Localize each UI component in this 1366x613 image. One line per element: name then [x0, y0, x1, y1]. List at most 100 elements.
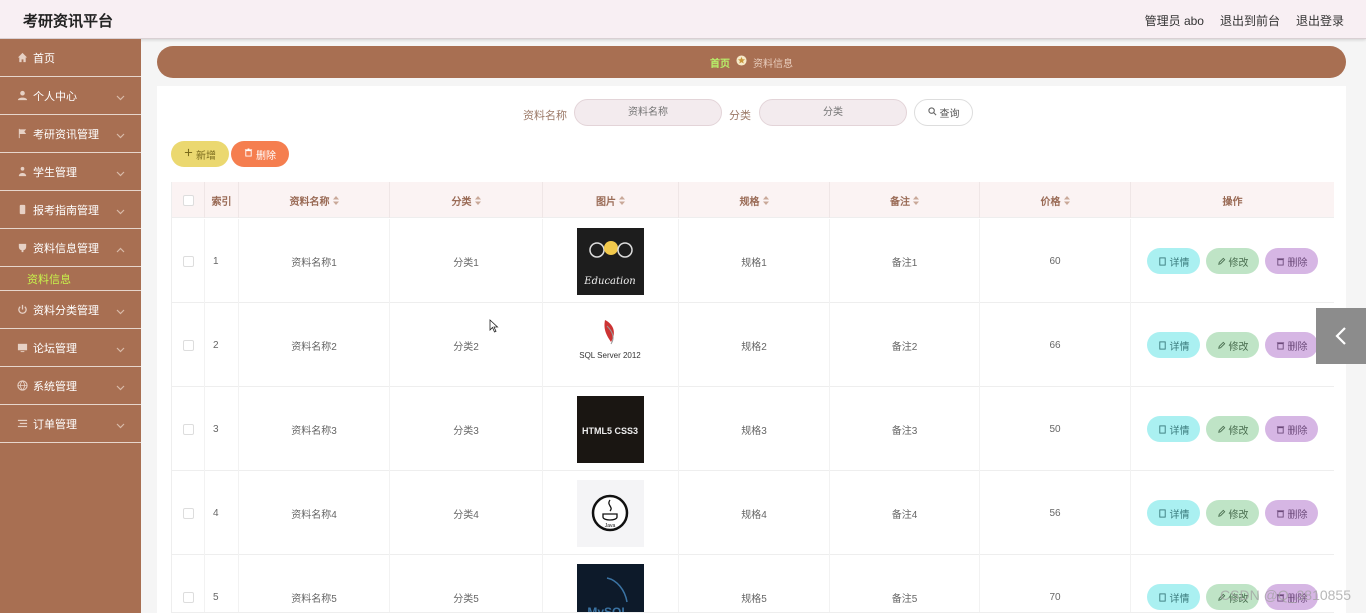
delete-row-button[interactable]: 删除: [1265, 500, 1318, 526]
name-search-input[interactable]: [574, 99, 722, 126]
sidebar-item-label: 学生管理: [33, 166, 77, 179]
sidebar-item-students[interactable]: 学生管理: [0, 153, 141, 191]
pencil-icon: [1217, 509, 1225, 517]
query-button[interactable]: 查询: [914, 99, 973, 126]
col-price[interactable]: 价格: [980, 182, 1131, 218]
cell-image[interactable]: Education: [543, 219, 679, 303]
home-icon: [16, 52, 28, 64]
detail-button[interactable]: 详情: [1147, 416, 1200, 442]
row-checkbox[interactable]: [182, 339, 194, 351]
doc-icon: [1158, 424, 1166, 434]
delete-row-button[interactable]: 删除: [1265, 248, 1318, 274]
cell-note: 备注3: [830, 387, 980, 471]
col-name[interactable]: 资料名称: [239, 182, 390, 218]
cell-actions: 详情 修改 删除: [1131, 555, 1334, 612]
detail-button[interactable]: 详情: [1147, 500, 1200, 526]
cell-name: 资料名称4: [239, 471, 390, 555]
mouse-cursor-icon: [489, 319, 499, 333]
sort-icon: [332, 195, 339, 205]
materials-table: 索引 资料名称 分类 图片 规格 备注 价格 操作 1 资料名称1 分类1 Ed…: [171, 182, 1334, 613]
sidebar-subitem-material-info[interactable]: 资料信息: [0, 267, 141, 291]
col-note[interactable]: 备注: [830, 182, 980, 218]
cell-category: 分类1: [390, 219, 543, 303]
cell-name: 资料名称5: [239, 555, 390, 612]
sidebar-item-news[interactable]: 考研资讯管理: [0, 115, 141, 153]
sidebar-item-guide[interactable]: 报考指南管理: [0, 191, 141, 229]
row-checkbox[interactable]: [182, 507, 194, 519]
select-all-checkbox[interactable]: [182, 194, 194, 206]
name-filter-label: 资料名称: [523, 110, 567, 122]
bulk-delete-button[interactable]: 删除: [231, 141, 289, 167]
edit-button[interactable]: 修改: [1206, 500, 1259, 526]
category-search-input[interactable]: [759, 99, 907, 126]
list-icon: [16, 418, 28, 430]
to-front-link[interactable]: 退出到前台: [1220, 12, 1280, 29]
cell-index: 3: [205, 387, 239, 471]
sort-icon: [913, 195, 919, 205]
row-checkbox[interactable]: [182, 255, 194, 267]
sidebar-item-home[interactable]: 首页: [0, 39, 141, 77]
chevron-left-icon: [1335, 327, 1346, 345]
edit-button[interactable]: 修改: [1206, 332, 1259, 358]
delete-row-button[interactable]: 删除: [1265, 416, 1318, 442]
cell-index: 5: [205, 555, 239, 612]
chevron-down-icon: [116, 344, 125, 353]
doc-icon: [1158, 508, 1166, 518]
cell-image[interactable]: Java: [543, 471, 679, 555]
cell-spec: 规格4: [679, 471, 830, 555]
sidebar-item-orders[interactable]: 订单管理: [0, 405, 141, 443]
sidebar-item-materials[interactable]: 资料信息管理: [0, 229, 141, 267]
sidebar-item-label: 报考指南管理: [33, 204, 99, 217]
html5-css3-thumbnail: HTML5 CSS3: [577, 395, 644, 463]
sidebar-item-system[interactable]: 系统管理: [0, 367, 141, 405]
logout-link[interactable]: 退出登录: [1296, 12, 1344, 29]
table-row: 5 资料名称5 分类5 MySQL 规格5 备注5 70 详情 修改 删除: [172, 555, 1334, 613]
add-button[interactable]: 新增: [171, 141, 229, 167]
row-checkbox[interactable]: [182, 423, 194, 435]
watermark-text: CSDN @Q_3810855: [1220, 587, 1351, 603]
cell-spec: 规格2: [679, 303, 830, 387]
chevron-down-icon: [116, 92, 125, 101]
sidebar-item-categories[interactable]: 资料分类管理: [0, 291, 141, 329]
cell-actions: 详情 修改 删除: [1131, 471, 1334, 555]
col-spec[interactable]: 规格: [679, 182, 830, 218]
detail-button[interactable]: 详情: [1147, 584, 1200, 610]
detail-button[interactable]: 详情: [1147, 248, 1200, 274]
edit-button[interactable]: 修改: [1206, 416, 1259, 442]
svg-text:MySQL: MySQL: [587, 605, 628, 613]
detail-button[interactable]: 详情: [1147, 332, 1200, 358]
cell-image[interactable]: MySQL: [543, 555, 679, 613]
sidebar-item-label: 系统管理: [33, 380, 77, 393]
globe-icon: [16, 380, 28, 392]
cell-index: 1: [205, 219, 239, 303]
sidebar-item-profile[interactable]: 个人中心: [0, 77, 141, 115]
collapse-side-tab[interactable]: [1316, 308, 1366, 364]
chevron-up-icon: [116, 244, 125, 253]
cell-image[interactable]: SQL Server 2012: [543, 303, 679, 387]
sidebar-item-forum[interactable]: 论坛管理: [0, 329, 141, 367]
brand-title: 考研资讯平台: [23, 13, 114, 30]
delete-button-label: 删除: [256, 150, 276, 162]
cell-image[interactable]: HTML5 CSS3: [543, 387, 679, 471]
col-image[interactable]: 图片: [543, 182, 679, 218]
doc-icon: [1158, 256, 1166, 266]
breadcrumb-home[interactable]: 首页: [710, 55, 730, 70]
table-row: 3 资料名称3 分类3 HTML5 CSS3 规格3 备注3 50 详情 修改 …: [172, 387, 1334, 471]
cell-note: 备注5: [830, 555, 980, 612]
chevron-down-icon: [116, 168, 125, 177]
trash-icon: [1276, 257, 1284, 266]
chevron-down-icon: [116, 206, 125, 215]
trash-icon: [244, 148, 253, 160]
table-header: 索引 资料名称 分类 图片 规格 备注 价格 操作: [172, 182, 1334, 218]
edit-button[interactable]: 修改: [1206, 248, 1259, 274]
sidebar-item-label: 考研资讯管理: [33, 128, 99, 141]
search-bar: 资料名称 分类 查询: [157, 99, 1346, 127]
row-checkbox[interactable]: [182, 591, 194, 603]
delete-row-button[interactable]: 删除: [1265, 332, 1318, 358]
top-header: 考研资讯平台 管理员 abo 退出到前台 退出登录: [0, 0, 1366, 39]
sidebar-item-label: 订单管理: [33, 418, 77, 431]
sidebar-item-label: 个人中心: [33, 90, 77, 103]
trash-icon: [1276, 509, 1284, 518]
star-icon: [736, 55, 747, 69]
col-category[interactable]: 分类: [390, 182, 543, 218]
